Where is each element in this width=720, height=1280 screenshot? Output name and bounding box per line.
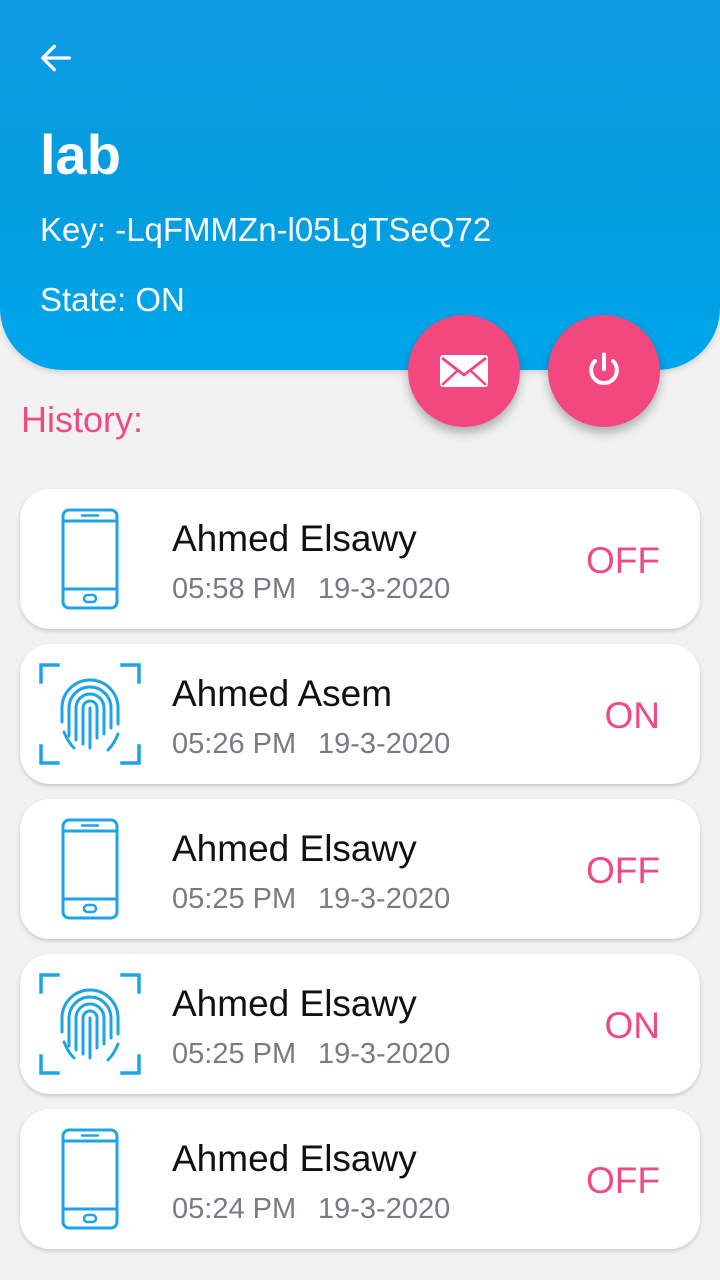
- history-list: Ahmed Elsawy 05:58 PM 19-3-2020 OFF Ahme…: [20, 489, 700, 1264]
- mail-button[interactable]: [408, 315, 520, 427]
- phone-icon: [38, 1127, 142, 1231]
- history-item[interactable]: Ahmed Elsawy 05:25 PM 19-3-2020 ON: [20, 954, 700, 1094]
- power-button[interactable]: [548, 315, 660, 427]
- device-state: State: ON: [40, 281, 185, 318]
- power-icon: [589, 352, 619, 385]
- fingerprint-icon: [38, 972, 142, 1076]
- history-item-status: OFF: [586, 850, 660, 891]
- back-button[interactable]: [30, 32, 82, 84]
- history-item-name: Ahmed Elsawy: [172, 983, 417, 1024]
- history-item-date: 19-3-2020: [318, 573, 451, 605]
- history-item-name: Ahmed Elsawy: [172, 828, 417, 869]
- history-item[interactable]: Ahmed Elsawy 05:24 PM 19-3-2020 OFF: [20, 1109, 700, 1249]
- history-item-time: 05:24 PM: [172, 1193, 297, 1225]
- history-item[interactable]: Ahmed Asem 05:26 PM 19-3-2020 ON: [20, 644, 700, 784]
- history-item-name: Ahmed Elsawy: [172, 518, 417, 559]
- device-key: Key: -LqFMMZn-l05LgTSeQ72: [40, 211, 492, 248]
- history-item-time: 05:26 PM: [172, 728, 297, 760]
- history-item[interactable]: Ahmed Elsawy 05:25 PM 19-3-2020 OFF: [20, 799, 700, 939]
- history-label: History:: [21, 399, 144, 440]
- history-item-name: Ahmed Elsawy: [172, 1138, 417, 1179]
- history-item-time: 05:58 PM: [172, 573, 297, 605]
- history-item-status: OFF: [586, 540, 660, 581]
- history-item-status: ON: [604, 1005, 661, 1046]
- history-item-name: Ahmed Asem: [172, 673, 393, 714]
- device-detail-screen: lab Key: -LqFMMZn-l05LgTSeQ72 State: ON …: [0, 0, 720, 1280]
- history-item-status: ON: [604, 695, 661, 736]
- history-item-time: 05:25 PM: [172, 1038, 297, 1070]
- history-item-date: 19-3-2020: [318, 1193, 451, 1225]
- phone-icon: [38, 817, 142, 921]
- history-item-date: 19-3-2020: [318, 1038, 451, 1070]
- header: lab Key: -LqFMMZn-l05LgTSeQ72 State: ON: [0, 0, 720, 370]
- page-title: lab: [40, 123, 121, 186]
- history-item[interactable]: Ahmed Elsawy 05:58 PM 19-3-2020 OFF: [20, 489, 700, 629]
- history-item-date: 19-3-2020: [318, 883, 451, 915]
- phone-icon: [38, 507, 142, 611]
- history-item-time: 05:25 PM: [172, 883, 297, 915]
- history-item-date: 19-3-2020: [318, 728, 451, 760]
- arrow-left-icon: [41, 44, 72, 72]
- history-item-status: OFF: [586, 1160, 660, 1201]
- fingerprint-icon: [38, 662, 142, 766]
- envelope-icon: [440, 355, 488, 387]
